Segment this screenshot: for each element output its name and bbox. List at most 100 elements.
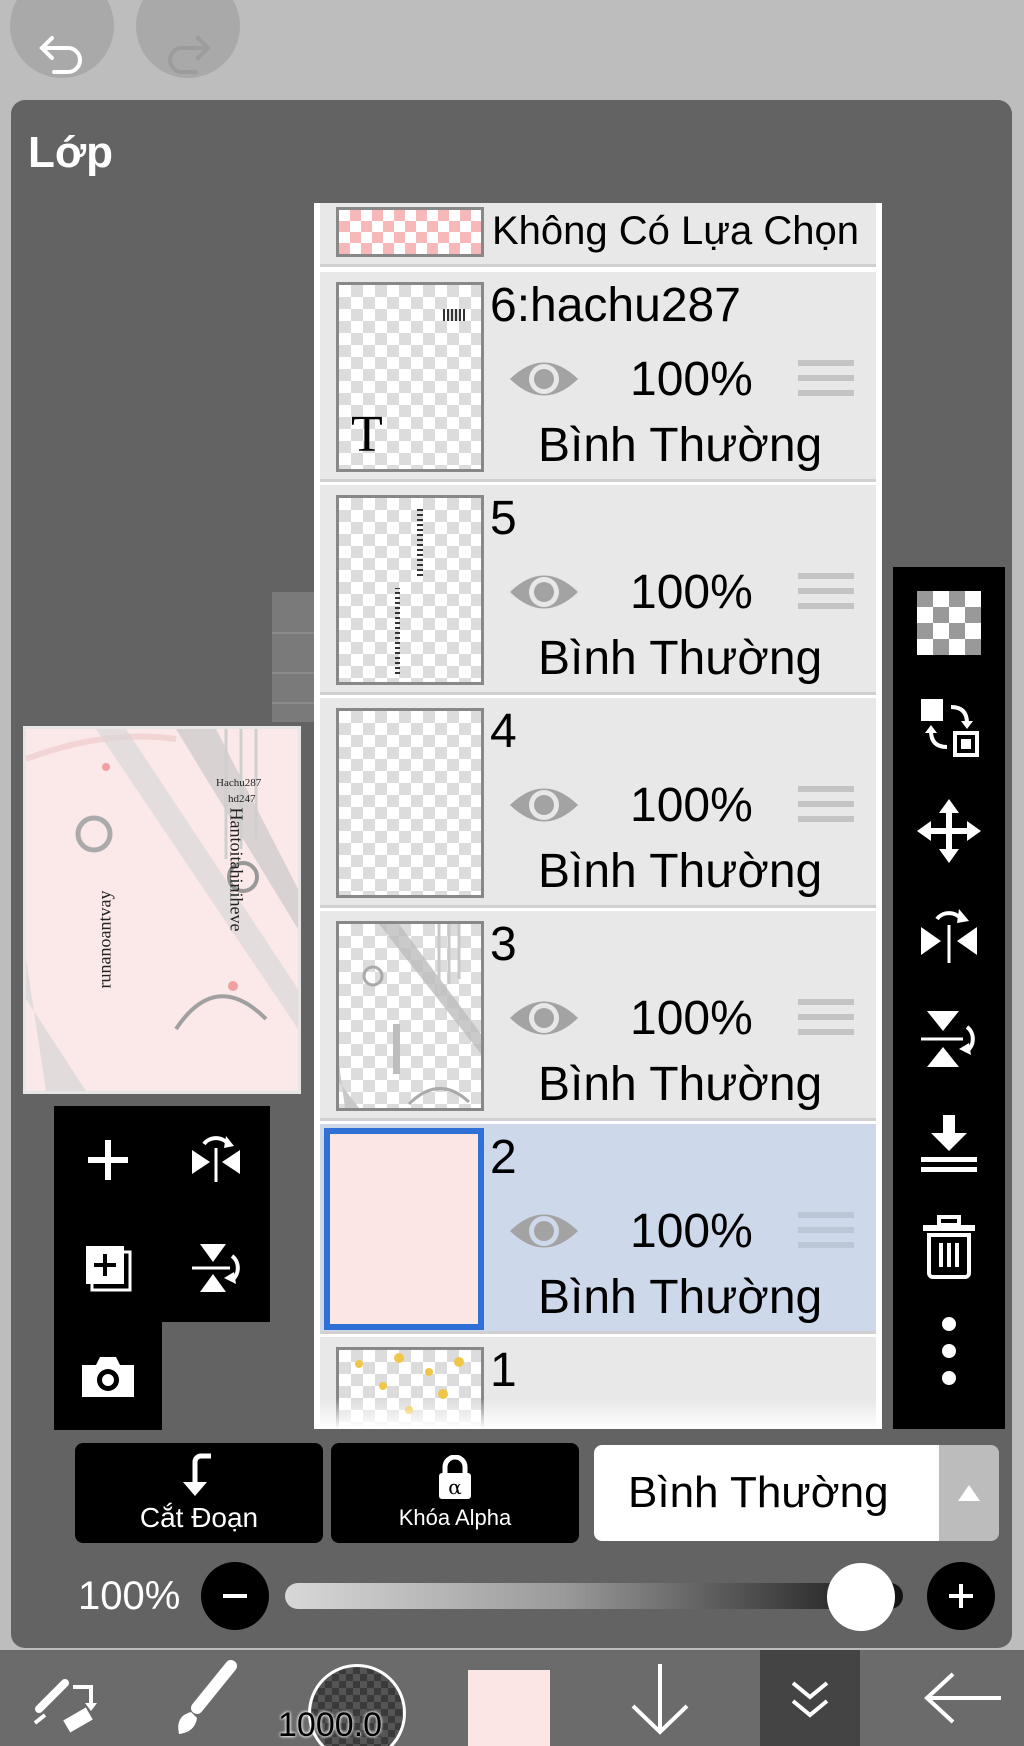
undo-icon bbox=[39, 36, 82, 74]
move-icon bbox=[917, 799, 981, 863]
preview-vertical-text-2: runanoantvay bbox=[94, 890, 115, 989]
collapse-button[interactable] bbox=[760, 1650, 860, 1746]
delete-layer-button[interactable] bbox=[893, 1199, 1005, 1295]
alpha-lock-button[interactable]: α Khóa Alpha bbox=[331, 1443, 579, 1543]
trash-icon bbox=[923, 1215, 975, 1279]
drag-handle-icon bbox=[798, 573, 854, 609]
brush-size-button[interactable]: 1000.0 bbox=[268, 1650, 408, 1746]
layer-opacity: 100% bbox=[630, 992, 753, 1045]
layer-blend-mode: Bình Thường bbox=[538, 632, 823, 685]
drag-handle[interactable] bbox=[798, 782, 854, 831]
swap-layer-button[interactable] bbox=[893, 679, 1005, 775]
thumb-mark bbox=[443, 309, 465, 321]
merge-down-icon bbox=[921, 1115, 977, 1172]
eye-icon bbox=[510, 362, 578, 396]
layer-thumbnail bbox=[336, 708, 484, 898]
eye-icon bbox=[510, 788, 578, 822]
canvas-preview[interactable]: Hachu287 hd247 Hantoitahiniheve runanoan… bbox=[23, 726, 301, 1094]
panel-title: Lớp bbox=[28, 128, 114, 177]
opacity-slider[interactable] bbox=[285, 1583, 903, 1609]
drag-handle-icon bbox=[798, 999, 854, 1035]
layer-row-4[interactable]: 4 100% Bình Thường bbox=[320, 698, 876, 908]
clip-icon bbox=[183, 1453, 211, 1496]
layer-blend-mode: Bình Thường bbox=[538, 1271, 823, 1324]
clip-label: Cắt Đoạn bbox=[139, 1502, 259, 1533]
list-fade bbox=[314, 1399, 882, 1429]
drag-handle[interactable] bbox=[798, 569, 854, 618]
add-layer-icon bbox=[86, 1246, 132, 1292]
undo-button[interactable] bbox=[10, 0, 114, 78]
back-button[interactable] bbox=[900, 1650, 1024, 1746]
layer-thumbnail: T bbox=[336, 282, 484, 472]
clip-button[interactable]: Cắt Đoạn bbox=[75, 1443, 323, 1543]
layer-thumbnail-selected bbox=[324, 1128, 484, 1330]
layer-row-6[interactable]: T 6:hachu287 100% Bình Thường bbox=[320, 272, 876, 482]
transparent-bg-icon bbox=[917, 591, 981, 655]
layer-name: 5 bbox=[490, 492, 517, 545]
alpha-lock-label: Khóa Alpha bbox=[398, 1505, 512, 1530]
layer-blend-mode: Bình Thường bbox=[538, 845, 823, 898]
layer-down-button[interactable] bbox=[610, 1650, 710, 1746]
opacity-slider-knob[interactable] bbox=[827, 1563, 895, 1631]
text-layer-badge: T bbox=[351, 406, 383, 463]
flip-horizontal-icon bbox=[192, 1136, 240, 1182]
visibility-toggle[interactable] bbox=[506, 780, 582, 835]
layer-row-3[interactable]: 3 100% Bình Thường bbox=[320, 911, 876, 1121]
brush-size-value: 1000.0 bbox=[278, 1706, 382, 1744]
move-button[interactable] bbox=[893, 783, 1005, 879]
camera-icon bbox=[82, 1357, 134, 1397]
duplicate-layer-button[interactable] bbox=[54, 1214, 162, 1322]
drag-handle[interactable] bbox=[798, 995, 854, 1044]
opacity-decrease-button[interactable] bbox=[201, 1562, 269, 1630]
layer-name: 4 bbox=[490, 705, 517, 758]
layer-blend-mode: Bình Thường bbox=[538, 419, 823, 472]
more-button[interactable] bbox=[893, 1303, 1005, 1399]
drag-handle-icon bbox=[798, 360, 854, 396]
transform-tool-button[interactable] bbox=[10, 1650, 120, 1746]
selection-thumb bbox=[336, 207, 484, 257]
right-toolbar bbox=[893, 567, 1005, 1429]
transform-icon bbox=[33, 1679, 97, 1733]
minus-icon bbox=[223, 1594, 247, 1598]
blend-mode-select[interactable]: Bình Thường bbox=[594, 1445, 939, 1541]
visibility-toggle[interactable] bbox=[506, 993, 582, 1048]
flip-vertical-button[interactable] bbox=[162, 1214, 270, 1322]
layer-opacity: 100% bbox=[630, 353, 753, 406]
arrow-down-icon bbox=[631, 1664, 689, 1735]
layer-name: 3 bbox=[490, 918, 517, 971]
redo-button[interactable] bbox=[136, 0, 240, 78]
drag-handle[interactable] bbox=[798, 356, 854, 405]
color-swatch-icon bbox=[468, 1670, 550, 1746]
opacity-increase-button[interactable] bbox=[927, 1562, 995, 1630]
color-swatch-button[interactable] bbox=[468, 1650, 550, 1746]
layer-opacity: 100% bbox=[630, 1205, 753, 1258]
add-layer-button[interactable] bbox=[54, 1106, 162, 1214]
drag-handle[interactable] bbox=[798, 1208, 854, 1257]
visibility-toggle[interactable] bbox=[506, 1206, 582, 1261]
more-icon bbox=[942, 1317, 956, 1385]
layer-name: 2 bbox=[490, 1131, 517, 1184]
swap-layer-icon bbox=[921, 699, 979, 757]
layer-name: 6:hachu287 bbox=[490, 279, 741, 332]
brush-tool-button[interactable] bbox=[150, 1650, 260, 1746]
visibility-toggle[interactable] bbox=[506, 567, 582, 622]
merge-down-button[interactable] bbox=[893, 1095, 1005, 1191]
plus-icon bbox=[88, 1140, 128, 1180]
flip-horizontal-button[interactable] bbox=[893, 887, 1005, 983]
collapse-icon bbox=[791, 1681, 829, 1718]
visibility-toggle[interactable] bbox=[506, 354, 582, 409]
plus-icon bbox=[949, 1584, 973, 1608]
flip-vertical-icon bbox=[192, 1244, 240, 1292]
selection-layer-row[interactable]: Không Có Lựa Chọn bbox=[320, 203, 876, 267]
blend-mode-dropdown-button[interactable] bbox=[939, 1445, 999, 1541]
transparent-bg-button[interactable] bbox=[893, 575, 1005, 671]
flip-horizontal-button[interactable] bbox=[162, 1106, 270, 1214]
drag-handle-icon bbox=[798, 786, 854, 822]
svg-text:α: α bbox=[448, 1475, 462, 1499]
layer-row-5[interactable]: 5 100% Bình Thường bbox=[320, 485, 876, 695]
camera-button[interactable] bbox=[54, 1322, 162, 1430]
layer-opacity: 100% bbox=[630, 779, 753, 832]
layer-row-2[interactable]: 2 100% Bình Thường bbox=[320, 1124, 876, 1334]
flip-vertical-button[interactable] bbox=[893, 991, 1005, 1087]
layer-opacity: 100% bbox=[630, 566, 753, 619]
